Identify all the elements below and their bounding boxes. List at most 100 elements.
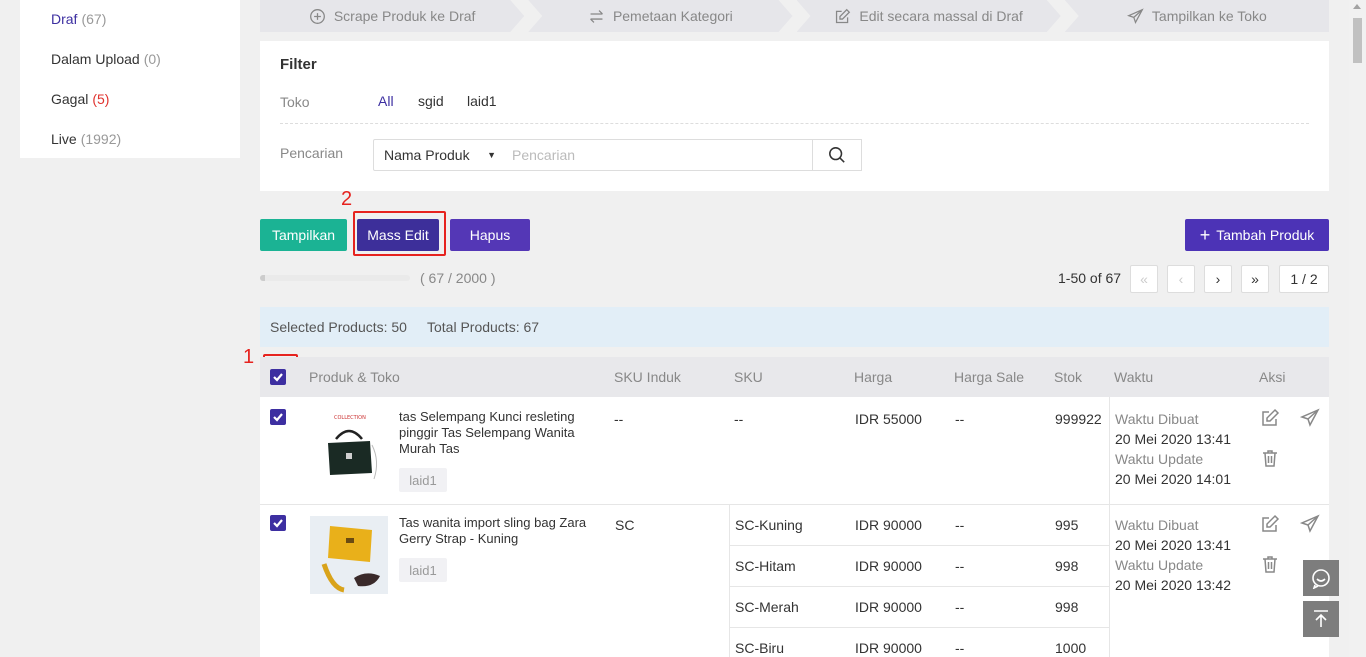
- total-count: Total Products: 67: [426, 319, 540, 335]
- first-page-button[interactable]: «: [1130, 265, 1158, 293]
- annotation-number-2: 2: [341, 188, 353, 210]
- sidebar-item-label: Dalam Upload: [51, 51, 140, 67]
- edit-product-button[interactable]: [1259, 513, 1281, 535]
- product-name[interactable]: tas Selempang Kunci resleting pinggir Ta…: [399, 409, 589, 457]
- sku-cell: SC-Hitam: [735, 558, 796, 574]
- sidebar-item-dalam-upload[interactable]: Dalam Upload (0): [51, 51, 161, 67]
- product-image[interactable]: COLLECTION: [310, 409, 388, 487]
- product-image[interactable]: [310, 516, 388, 594]
- check-icon: [273, 373, 283, 382]
- column-divider: [1109, 504, 1110, 657]
- sidebar: Draf (67) Dalam Upload (0) Gagal (5) Live (1…: [20, 0, 240, 158]
- sku-cell: SC-Merah: [735, 599, 799, 615]
- tambah-produk-label: Tambah Produk: [1216, 227, 1315, 243]
- stok-cell: 995: [1055, 517, 1079, 533]
- workflow-steps: Scrape Produk ke Draf Pemetaan Kategori …: [260, 0, 1329, 32]
- sku-induk-cell: SC: [615, 517, 635, 533]
- sidebar-item-gagal[interactable]: Gagal (5): [51, 91, 109, 107]
- publish-product-button[interactable]: [1299, 513, 1321, 535]
- edit-product-button[interactable]: [1259, 407, 1281, 429]
- step-pemetaan[interactable]: Pemetaan Kategori: [528, 0, 792, 32]
- step-tampilkan[interactable]: Tampilkan ke Toko: [1064, 0, 1329, 32]
- toko-option-laid1[interactable]: laid1: [467, 93, 497, 109]
- row-checkbox[interactable]: [270, 409, 286, 425]
- edit-icon: [834, 8, 851, 25]
- variant-divider: [730, 586, 1110, 587]
- delete-product-button[interactable]: [1259, 447, 1281, 469]
- search-button[interactable]: [812, 139, 862, 171]
- created-label: Waktu Dibuat: [1115, 517, 1199, 533]
- column-divider: [729, 504, 730, 657]
- filter-panel: Filter Toko All sgid laid1 Pencarian Nam…: [260, 41, 1329, 191]
- header-sku-induk: SKU Induk: [614, 369, 681, 385]
- quota-progress-text: ( 67 / 2000 ): [420, 270, 496, 286]
- sidebar-item-live[interactable]: Live (1992): [51, 131, 121, 147]
- stok-cell: 998: [1055, 599, 1079, 615]
- arrow-up-icon: [1314, 610, 1328, 627]
- table-header: Produk & Toko SKU Induk SKU Harga Harga …: [260, 357, 1329, 397]
- step-edit-massal[interactable]: Edit secara massal di Draf: [797, 0, 1061, 32]
- search-field-value: Nama Produk: [384, 147, 470, 163]
- swap-arrows-icon: [588, 8, 605, 25]
- store-tag: laid1: [399, 468, 447, 492]
- back-to-top-button[interactable]: [1303, 601, 1339, 637]
- harga-sale-cell: --: [955, 558, 965, 574]
- column-divider: [1109, 397, 1110, 504]
- header-harga: Harga: [854, 369, 893, 385]
- sidebar-item-label: Draf: [51, 11, 78, 27]
- plus-circle-icon: [309, 8, 326, 25]
- search-field-select[interactable]: Nama Produk ▼: [373, 139, 503, 171]
- header-produk-toko: Produk & Toko: [309, 369, 400, 385]
- harga-cell: IDR 90000: [855, 517, 922, 533]
- row-divider: [260, 504, 1329, 505]
- row-checkbox[interactable]: [270, 515, 286, 531]
- sidebar-item-draf[interactable]: Draf (67): [51, 11, 106, 27]
- edit-icon: [1262, 408, 1280, 426]
- harga-sale-cell: --: [955, 599, 965, 615]
- header-waktu: Waktu: [1114, 369, 1154, 385]
- step-label: Pemetaan Kategori: [612, 8, 733, 24]
- check-icon: [273, 519, 283, 528]
- stok-cell: 999922: [1055, 411, 1102, 427]
- publish-product-button[interactable]: [1299, 407, 1321, 429]
- annotation-number-1: 1: [243, 346, 255, 368]
- header-aksi: Aksi: [1259, 369, 1286, 385]
- chat-button[interactable]: [1303, 560, 1339, 596]
- select-all-checkbox[interactable]: [270, 369, 286, 385]
- step-label: Tampilkan ke Toko: [1151, 8, 1267, 24]
- page-number[interactable]: 1 / 2: [1279, 265, 1329, 293]
- sku-cell: SC-Biru: [735, 640, 785, 656]
- created-value: 20 Mei 2020 13:41: [1115, 431, 1231, 447]
- trash-icon: [1263, 556, 1277, 573]
- harga-sale-cell: --: [955, 517, 965, 533]
- black-bag-image: COLLECTION: [310, 409, 388, 487]
- sku-cell: --: [734, 411, 744, 427]
- tampilkan-button[interactable]: Tampilkan: [260, 219, 347, 251]
- next-page-button[interactable]: ›: [1204, 265, 1232, 293]
- delete-product-button[interactable]: [1259, 553, 1281, 575]
- harga-sale-cell: --: [955, 640, 965, 656]
- last-page-button[interactable]: »: [1241, 265, 1269, 293]
- harga-cell: IDR 90000: [855, 640, 922, 656]
- prev-page-button[interactable]: ‹: [1167, 265, 1195, 293]
- step-scrape[interactable]: Scrape Produk ke Draf: [260, 0, 524, 32]
- scroll-thumb[interactable]: [1353, 18, 1362, 63]
- toko-option-all[interactable]: All: [378, 93, 394, 109]
- quota-progress-fill: [260, 275, 266, 281]
- edit-icon: [1262, 514, 1280, 532]
- search-input[interactable]: [502, 139, 813, 171]
- sidebar-item-label: Live: [51, 131, 77, 147]
- toko-option-sgid[interactable]: sgid: [418, 93, 444, 109]
- tambah-produk-button[interactable]: + Tambah Produk: [1185, 219, 1329, 251]
- send-icon: [1300, 514, 1320, 533]
- variant-divider: [730, 627, 1110, 628]
- filter-title: Filter: [280, 56, 317, 73]
- product-name[interactable]: Tas wanita import sling bag Zara Gerry S…: [399, 515, 589, 547]
- hapus-button[interactable]: Hapus: [450, 219, 530, 251]
- scroll-up-icon[interactable]: [1353, 4, 1361, 9]
- updated-label: Waktu Update: [1115, 451, 1204, 467]
- stok-cell: 1000: [1055, 640, 1087, 656]
- variant-divider: [730, 545, 1110, 546]
- page-scrollbar[interactable]: [1349, 0, 1366, 657]
- annotation-box-mass-edit: [353, 211, 446, 256]
